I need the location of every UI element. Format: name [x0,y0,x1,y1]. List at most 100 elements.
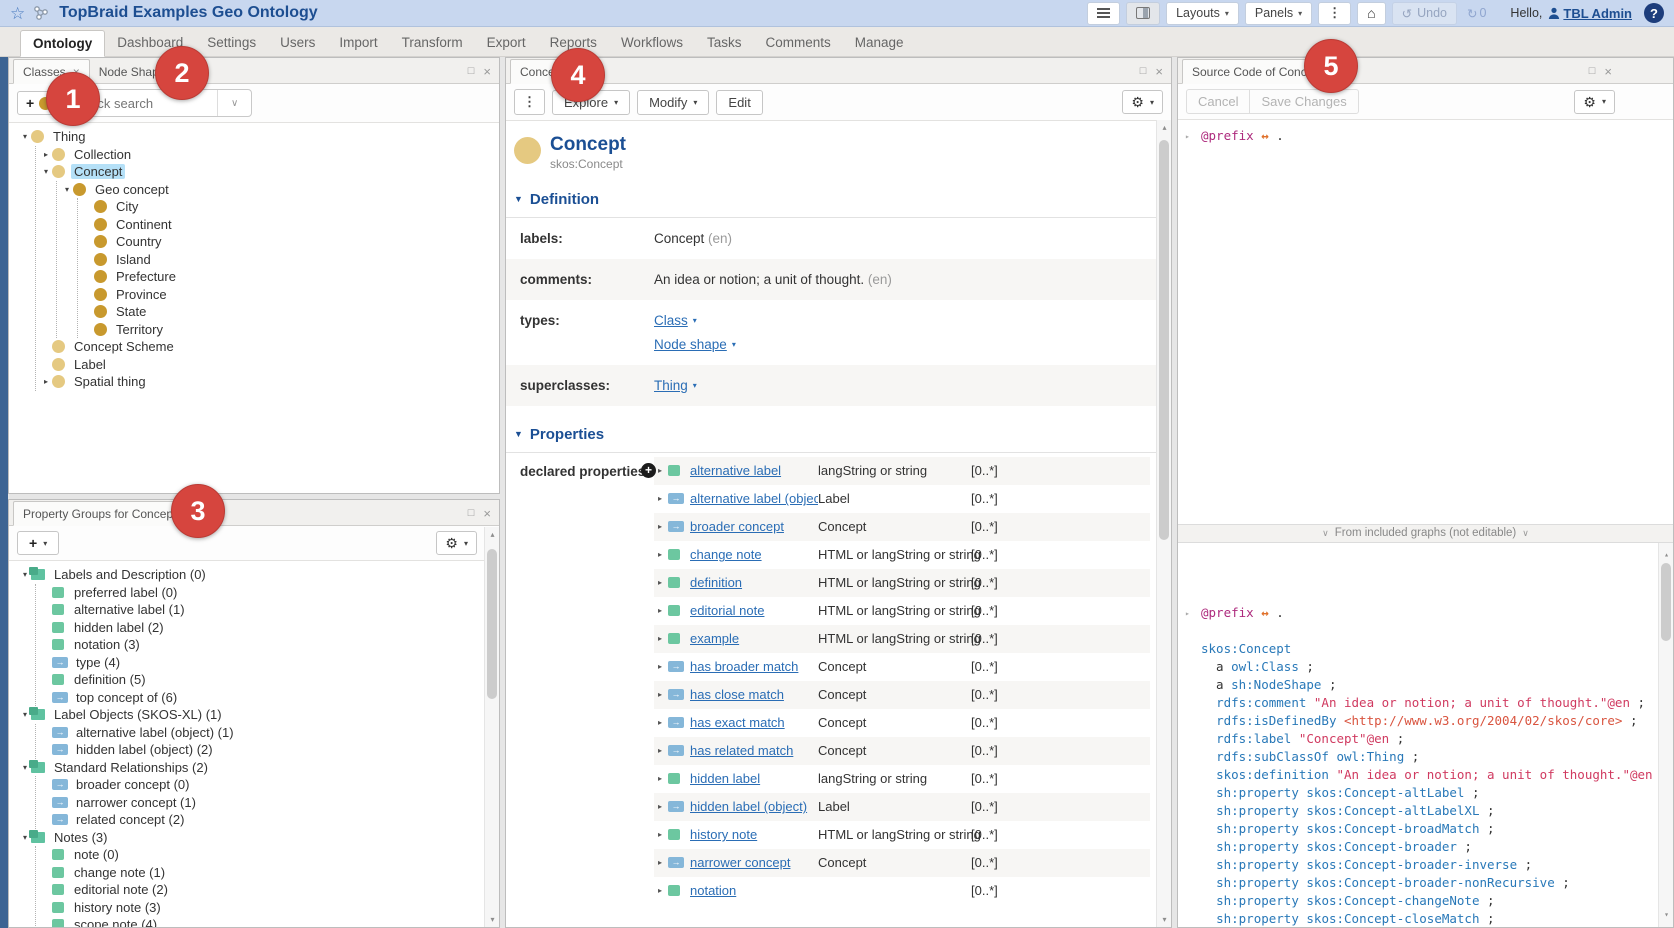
close-icon[interactable]: × [483,65,491,78]
add-property-group-button[interactable]: + ▾ [17,531,59,555]
property-link-has-related-match[interactable]: has related match [690,743,793,758]
menu-item-settings[interactable]: Settings [195,30,268,56]
caret-right-icon[interactable]: ▸ [654,662,668,671]
property-group-item-preferred-label-0[interactable]: preferred label (0) [40,584,499,602]
list-view-button[interactable] [1087,2,1120,25]
property-link-hidden-label-object[interactable]: hidden label (object) [690,799,807,814]
property-link-alternative-label-object[interactable]: alternative label (object) [690,491,818,506]
modify-button[interactable]: Modify▾ [637,90,709,115]
property-group-item-change-note-1[interactable]: change note (1) [40,864,499,882]
property-group-item-hidden-label-object-2[interactable]: →hidden label (object) (2) [40,741,499,759]
class-tree-item-concept-scheme[interactable]: Concept Scheme [40,338,499,356]
scroll-up-icon[interactable]: ▴ [1659,546,1673,564]
class-tree-item-island[interactable]: Island [82,251,499,269]
class-tree-item-country[interactable]: Country [82,233,499,251]
caret-right-icon[interactable]: ▸ [654,746,668,755]
caret-down-icon[interactable]: ▾ [19,132,31,141]
property-link-definition[interactable]: definition [690,575,742,590]
class-tree-item-province[interactable]: Province [82,286,499,304]
caret-right-icon[interactable]: ▸ [654,718,668,727]
scroll-up-icon[interactable]: ▴ [485,530,500,539]
close-icon[interactable]: × [483,507,491,520]
caret-right-icon[interactable]: ▸ [654,634,668,643]
property-link-broader-concept[interactable]: broader concept [690,519,784,534]
value-link-class[interactable]: Class [654,313,688,328]
property-link-history-note[interactable]: history note [690,827,757,842]
property-link-has-close-match[interactable]: has close match [690,687,784,702]
class-tree-item-spatial-thing[interactable]: ▸Spatial thing [40,373,499,391]
property-group-item-related-concept-2[interactable]: →related concept (2) [40,811,499,829]
panels-button[interactable]: Panels▾ [1245,2,1312,25]
scrollbar-thumb[interactable] [487,549,497,699]
menu-item-users[interactable]: Users [268,30,327,56]
property-group-item-hidden-label-2[interactable]: hidden label (2) [40,619,499,637]
fold-caret-icon[interactable]: ▸ [1185,605,1190,623]
value-link-thing[interactable]: Thing [654,378,688,393]
class-tree-item-continent[interactable]: Continent [82,216,499,234]
property-group-item-note-0[interactable]: note (0) [40,846,499,864]
property-link-example[interactable]: example [690,631,739,646]
class-tree-item-geo-concept[interactable]: ▾Geo concept [61,181,499,199]
caret-right-icon[interactable]: ▸ [40,377,52,386]
search-options-dropdown[interactable]: ∨ [217,90,251,116]
caret-right-icon[interactable]: ▸ [654,550,668,559]
section-definition[interactable]: ▼ Definition [514,191,1171,208]
menu-item-comments[interactable]: Comments [753,30,842,56]
favorite-star-icon[interactable]: ☆ [10,5,25,22]
scroll-down-icon[interactable]: ▾ [1157,915,1172,924]
property-group-item-broader-concept-0[interactable]: →broader concept (0) [40,776,499,794]
caret-right-icon[interactable]: ▸ [654,830,668,839]
caret-right-icon[interactable]: ▸ [654,466,668,475]
menu-item-ontology[interactable]: Ontology [20,30,105,57]
caret-right-icon[interactable]: ▸ [654,886,668,895]
class-tree-item-territory[interactable]: Territory [82,321,499,339]
maximize-icon[interactable]: □ [468,66,475,77]
class-tree-item-city[interactable]: City [82,198,499,216]
menu-item-workflows[interactable]: Workflows [609,30,695,56]
property-group-item-labels-and-description-0[interactable]: ▾Labels and Description (0) [19,566,499,584]
source-editor-editable[interactable]: ▸@prefix ↔ . [1178,120,1673,524]
menu-item-import[interactable]: Import [327,30,389,56]
undo-button[interactable]: ↺Undo [1392,2,1457,25]
property-link-has-broader-match[interactable]: has broader match [690,659,798,674]
panel-layout-button[interactable] [1126,2,1160,25]
scroll-down-icon[interactable]: ▾ [1659,906,1673,924]
property-group-item-alternative-label-1[interactable]: alternative label (1) [40,601,499,619]
included-graphs-divider[interactable]: ∨From included graphs (not editable)∨ [1178,524,1673,543]
caret-down-icon[interactable]: ▾ [61,185,73,194]
property-link-notation[interactable]: notation [690,883,736,898]
property-link-alternative-label[interactable]: alternative label [690,463,781,478]
source-settings-button[interactable]: ⚙ ▾ [1574,90,1615,114]
property-group-item-label-objects-skos-xl-1[interactable]: ▾Label Objects (SKOS-XL) (1) [19,706,499,724]
property-group-item-editorial-note-2[interactable]: editorial note (2) [40,881,499,899]
home-button[interactable]: ⌂ [1357,2,1385,25]
property-link-has-exact-match[interactable]: has exact match [690,715,785,730]
user-menu-link[interactable]: TBL Admin [1548,6,1632,21]
edit-button[interactable]: Edit [716,90,762,115]
caret-right-icon[interactable]: ▸ [40,150,52,159]
property-group-item-scope-note-4[interactable]: scope note (4) [40,916,499,927]
class-tree-item-collection[interactable]: ▸Collection [40,146,499,164]
scrollbar-thumb[interactable] [1159,140,1169,540]
save-changes-button[interactable]: Save Changes [1249,89,1358,114]
property-group-item-standard-relationships-2[interactable]: ▾Standard Relationships (2) [19,759,499,777]
class-tree-item-state[interactable]: State [82,303,499,321]
scroll-up-icon[interactable]: ▴ [1157,123,1172,132]
caret-down-icon[interactable]: ▾ [40,167,52,176]
scrollbar-thumb[interactable] [1661,563,1671,641]
maximize-icon[interactable]: □ [468,508,475,519]
concept-settings-button[interactable]: ⚙ ▾ [1122,90,1163,114]
scroll-down-icon[interactable]: ▾ [485,915,500,924]
caret-right-icon[interactable]: ▸ [654,858,668,867]
caret-down-icon[interactable]: ▾ [693,316,697,325]
caret-right-icon[interactable]: ▸ [654,494,668,503]
caret-right-icon[interactable]: ▸ [654,690,668,699]
maximize-icon[interactable]: □ [1589,66,1596,77]
layouts-button[interactable]: Layouts▾ [1166,2,1239,25]
help-button[interactable]: ? [1644,3,1664,23]
source-included-scrollbar[interactable]: ▴ ▾ [1658,543,1673,927]
property-group-item-narrower-concept-1[interactable]: →narrower concept (1) [40,794,499,812]
menu-item-tasks[interactable]: Tasks [695,30,754,56]
menu-item-transform[interactable]: Transform [390,30,475,56]
section-properties[interactable]: ▼ Properties [514,426,1171,443]
